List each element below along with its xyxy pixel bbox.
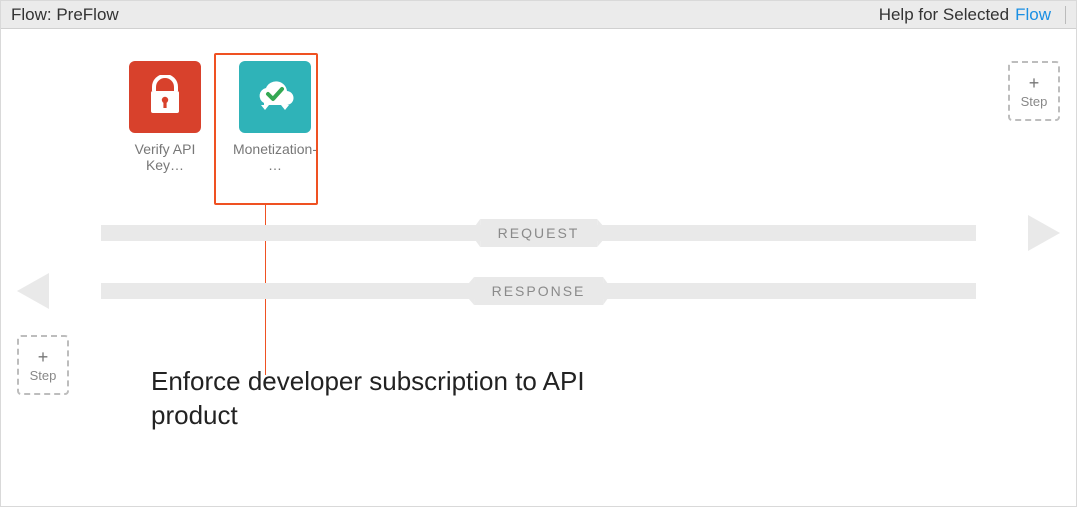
add-step-response[interactable]: + Step (17, 335, 69, 395)
plus-icon: + (38, 348, 49, 366)
cloud-check-icon (250, 75, 300, 120)
add-step-request[interactable]: + Step (1008, 61, 1060, 121)
lane-label: REQUEST (480, 219, 598, 247)
policy-monetization[interactable]: Monetization-… (231, 61, 319, 173)
arrow-right-icon (1028, 215, 1060, 251)
lock-icon (148, 75, 182, 120)
lane-label: RESPONSE (474, 277, 604, 305)
request-lane: REQUEST (15, 221, 1062, 245)
policy-row: Verify API Key… Monetization-… (121, 61, 319, 173)
policy-label: Monetization-… (231, 141, 319, 173)
help-container: Help for Selected Flow (879, 5, 1066, 25)
policy-tile (239, 61, 311, 133)
help-link[interactable]: Flow (1015, 5, 1051, 25)
policy-tile (129, 61, 201, 133)
policy-label: Verify API Key… (121, 141, 209, 173)
add-step-label: Step (1021, 94, 1048, 109)
editor-header: Flow: PreFlow Help for Selected Flow (1, 1, 1076, 29)
policy-verify-api-key[interactable]: Verify API Key… (121, 61, 209, 173)
help-label: Help for Selected (879, 5, 1009, 25)
response-lane: RESPONSE (15, 279, 1062, 303)
lane-label-wrap: REQUEST (480, 219, 598, 247)
lane-label-wrap: RESPONSE (474, 277, 604, 305)
flow-canvas: Verify API Key… Monetization-… + Step (1, 29, 1076, 506)
annotation-text: Enforce developer subscription to API pr… (151, 365, 611, 433)
arrow-left-icon (17, 273, 49, 309)
header-divider (1065, 6, 1066, 24)
plus-icon: + (1029, 74, 1040, 92)
flow-title: Flow: PreFlow (11, 5, 119, 25)
add-step-label: Step (30, 368, 57, 383)
